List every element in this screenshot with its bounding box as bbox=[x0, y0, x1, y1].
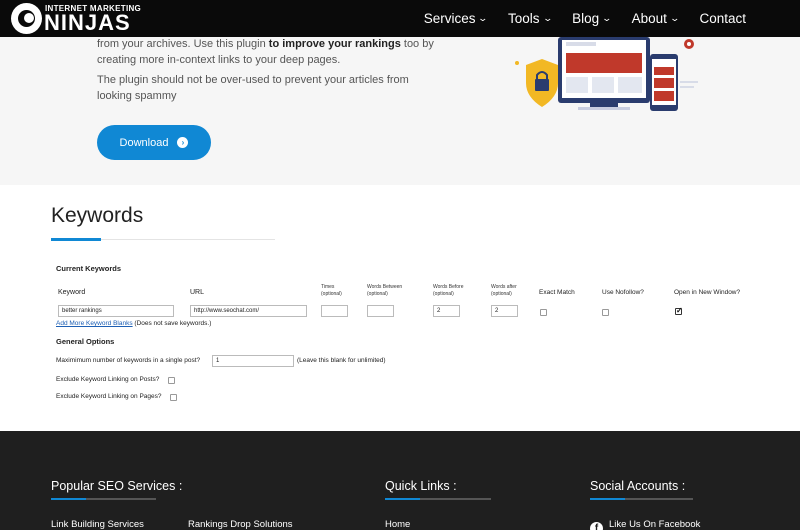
footer-accent-1 bbox=[51, 498, 86, 500]
add-more-row: Add More Keyword Blanks (Does not save k… bbox=[56, 320, 211, 327]
chevron-down-icon: ⌄ bbox=[601, 13, 613, 23]
col-keyword: Keyword bbox=[58, 289, 86, 296]
col-times-sub: (optional) bbox=[321, 291, 342, 297]
logo-swirl-icon bbox=[11, 3, 42, 34]
use-nofollow-checkbox[interactable] bbox=[602, 309, 609, 316]
logo-wordmark: NINJAS bbox=[44, 10, 131, 35]
exclude-pages-label: Exclude Keyword Linking on Pages? bbox=[56, 393, 162, 400]
footer-link-facebook[interactable]: Like Us On Facebook bbox=[609, 519, 700, 530]
footer-social-heading: Social Accounts : bbox=[590, 479, 686, 493]
exclude-posts-label: Exclude Keyword Linking on Posts? bbox=[56, 376, 160, 383]
nav-services-label: Services bbox=[423, 11, 476, 26]
col-times-label: Times bbox=[321, 284, 335, 290]
nav-about[interactable]: About ⌄ bbox=[631, 11, 680, 26]
col-words-after-label: Words after bbox=[491, 284, 517, 290]
site-footer: Popular SEO Services : Quick Links : Soc… bbox=[0, 431, 800, 530]
exclude-pages-checkbox[interactable] bbox=[170, 394, 177, 401]
general-options-heading: General Options bbox=[56, 337, 115, 346]
words-after-input[interactable]: 2 bbox=[491, 305, 518, 317]
download-label: Download bbox=[119, 136, 169, 149]
add-more-keywords-link[interactable]: Add More Keyword Blanks bbox=[56, 320, 133, 327]
exclude-posts-checkbox[interactable] bbox=[168, 377, 175, 384]
col-url: URL bbox=[190, 289, 205, 296]
col-words-before: Words Before (optional) bbox=[433, 284, 463, 298]
hero-text-pre: from your archives. Use this plugin bbox=[97, 38, 269, 50]
nav-blog-label: Blog bbox=[572, 11, 600, 26]
hero-warning: The plugin should not be over-used to pr… bbox=[97, 74, 409, 102]
col-times: Times (optional) bbox=[321, 284, 342, 298]
plugin-hero: from your archives. Use this plugin to i… bbox=[0, 37, 800, 185]
open-new-window-checkbox[interactable] bbox=[675, 306, 683, 315]
site-logo[interactable]: INTERNET MARKETING NINJAS bbox=[11, 2, 141, 35]
main-nav: Services ⌄ Tools ⌄ Blog ⌄ About ⌄ Contac… bbox=[403, 0, 746, 37]
title-accent-bar bbox=[51, 238, 101, 241]
facebook-icon[interactable]: f bbox=[590, 522, 603, 530]
arrow-right-icon: › bbox=[177, 137, 189, 148]
current-keywords-heading: Current Keywords bbox=[56, 264, 122, 273]
nav-tools-label: Tools bbox=[508, 11, 540, 26]
footer-quick-links-heading: Quick Links : bbox=[385, 479, 457, 493]
exact-match-checkbox[interactable] bbox=[540, 309, 547, 316]
security-illustration bbox=[515, 37, 698, 111]
top-navbar: INTERNET MARKETING NINJAS Services ⌄ Too… bbox=[0, 0, 800, 37]
max-keywords-input[interactable]: 1 bbox=[212, 355, 294, 367]
col-words-after: Words after (optional) bbox=[491, 284, 517, 298]
section-title: Keywords bbox=[51, 204, 144, 227]
footer-seo-services-heading: Popular SEO Services : bbox=[51, 479, 183, 493]
col-open-new-window: Open in New Window? bbox=[674, 289, 741, 296]
add-more-note: (Does not save keywords.) bbox=[134, 320, 212, 327]
col-use-nofollow: Use Nofollow? bbox=[602, 289, 644, 296]
col-words-between-sub: (optional) bbox=[367, 291, 388, 297]
url-input[interactable]: http://www.seochat.com/ bbox=[190, 305, 307, 317]
times-input[interactable] bbox=[321, 305, 348, 317]
chevron-down-icon: ⌄ bbox=[542, 13, 553, 23]
col-words-between-label: Words Between bbox=[367, 284, 403, 290]
footer-accent-3 bbox=[590, 498, 625, 500]
nav-tools[interactable]: Tools ⌄ bbox=[508, 11, 553, 26]
chevron-down-icon: ⌄ bbox=[477, 13, 489, 23]
nav-blog[interactable]: Blog ⌄ bbox=[572, 11, 613, 26]
nav-services[interactable]: Services ⌄ bbox=[423, 11, 489, 26]
footer-accent-2 bbox=[385, 498, 420, 500]
footer-link-link-building[interactable]: Link Building Services bbox=[51, 519, 144, 530]
download-button[interactable]: Download › bbox=[97, 125, 211, 160]
chevron-down-icon: ⌄ bbox=[669, 13, 680, 23]
words-before-input[interactable]: 2 bbox=[433, 305, 460, 317]
max-keywords-note: (Leave this blank for unlimited) bbox=[297, 357, 386, 364]
hero-text-bold: to improve your rankings bbox=[268, 38, 401, 50]
col-words-before-sub: (optional) bbox=[433, 291, 454, 297]
footer-link-home[interactable]: Home bbox=[385, 519, 410, 530]
keyword-input[interactable]: better rankings bbox=[58, 305, 174, 317]
col-words-before-label: Words Before bbox=[433, 284, 464, 290]
col-exact-match: Exact Match bbox=[539, 289, 575, 296]
col-words-between: Words Between (optional) bbox=[367, 284, 402, 298]
hero-description: from your archives. Use this plugin to i… bbox=[97, 37, 437, 68]
max-keywords-label: Maximimum number of keywords in a single… bbox=[56, 357, 201, 364]
nav-contact-label: Contact bbox=[699, 11, 746, 26]
nav-contact[interactable]: Contact bbox=[699, 11, 746, 26]
col-words-after-sub: (optional) bbox=[491, 291, 512, 297]
words-between-input[interactable] bbox=[367, 305, 394, 317]
footer-link-rankings-drop[interactable]: Rankings Drop Solutions bbox=[188, 519, 293, 530]
nav-about-label: About bbox=[631, 11, 667, 26]
